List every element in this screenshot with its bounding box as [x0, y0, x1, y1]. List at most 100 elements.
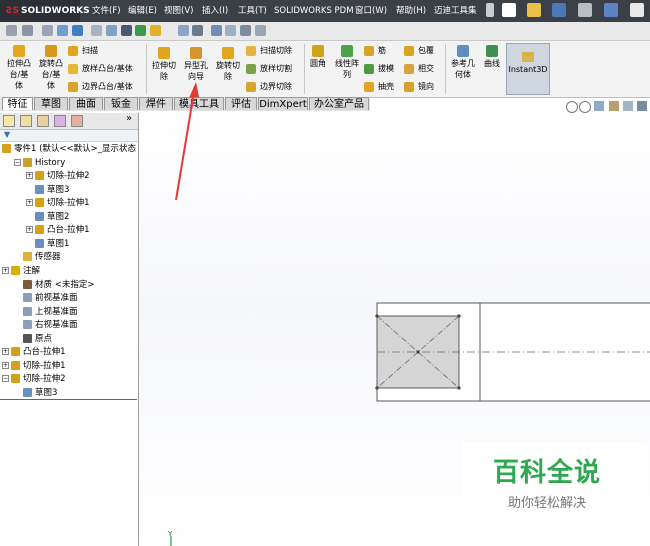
hole-wizard-button[interactable]: 异型孔 向导	[181, 47, 211, 82]
menu-tools[interactable]: 工具(T)	[238, 0, 267, 22]
zoom-to-area-icon[interactable]	[579, 101, 591, 113]
tree-expander-icon[interactable]: +	[2, 348, 9, 355]
feature-manager-icon[interactable]	[3, 115, 15, 127]
arc-icon[interactable]	[91, 25, 102, 36]
save-icon[interactable]	[552, 3, 566, 17]
tree-node[interactable]: + 注解	[2, 265, 40, 278]
tab-office-products[interactable]: 办公室产品	[309, 97, 369, 110]
menu-help[interactable]: 帮助(H)	[396, 0, 426, 22]
lofted-boss-button[interactable]: 放样凸台/基体	[68, 63, 133, 75]
previous-view-icon[interactable]	[594, 101, 604, 111]
section-view-icon[interactable]	[609, 101, 619, 111]
lofted-cut-button[interactable]: 放样切割	[246, 63, 292, 75]
tree-node[interactable]: 上视基准面	[14, 306, 78, 319]
swept-cut-button[interactable]: 扫描切除	[246, 45, 292, 57]
revolved-cut-button[interactable]: 旋转切除	[214, 47, 242, 82]
display-style-icon[interactable]	[637, 101, 647, 111]
rectangle-icon[interactable]	[57, 25, 68, 36]
intersect-button[interactable]: 相交	[404, 63, 434, 75]
tree-node[interactable]: + 切除-拉伸1	[2, 360, 65, 373]
property-manager-icon[interactable]	[20, 115, 32, 127]
tree-node[interactable]: + 凸台-拉伸1	[26, 224, 89, 237]
circle-icon[interactable]	[72, 25, 83, 36]
menu-window[interactable]: 窗口(W)	[355, 0, 387, 22]
select-pointer-icon[interactable]	[630, 3, 644, 17]
tree-node[interactable]: 草图3	[26, 184, 69, 197]
zoom-to-fit-icon[interactable]	[566, 101, 578, 113]
tab-sheet-metal[interactable]: 钣金	[104, 97, 138, 110]
tab-weldments[interactable]: 焊件	[139, 97, 173, 110]
trim-icon[interactable]	[121, 25, 132, 36]
tree-expander-icon[interactable]: +	[26, 226, 33, 233]
tree-expander-icon[interactable]: +	[2, 267, 9, 274]
line-icon[interactable]	[42, 25, 53, 36]
tree-node[interactable]: 草图2	[26, 211, 69, 224]
new-file-icon[interactable]	[502, 3, 516, 17]
quick-snaps-icon[interactable]	[255, 25, 266, 36]
move-entities-icon[interactable]	[211, 25, 222, 36]
configuration-manager-icon[interactable]	[37, 115, 49, 127]
shell-button[interactable]: 抽壳	[364, 81, 394, 93]
print-icon[interactable]	[578, 3, 592, 17]
fillet-button[interactable]: 圆角	[306, 45, 330, 69]
open-folder-icon[interactable]	[527, 3, 541, 17]
tree-node[interactable]: 草图1	[26, 238, 69, 251]
tree-node[interactable]: + 切除-拉伸2	[26, 170, 89, 183]
menu-insert[interactable]: 插入(I)	[202, 0, 228, 22]
pin-icon[interactable]	[486, 3, 494, 17]
tab-dimxpert[interactable]: DimXpert	[258, 97, 308, 110]
tree-expander-icon[interactable]: +	[26, 199, 33, 206]
linear-pattern-sketch-icon[interactable]	[192, 25, 203, 36]
boundary-cut-button[interactable]: 边界切除	[246, 81, 292, 93]
repair-sketch-icon[interactable]	[240, 25, 251, 36]
undo-icon[interactable]	[604, 3, 618, 17]
tree-expander-icon[interactable]: +	[26, 172, 33, 179]
menu-edit[interactable]: 编辑(E)	[128, 0, 157, 22]
rib-button[interactable]: 筋	[364, 45, 386, 57]
tree-node[interactable]: 原点	[14, 333, 52, 346]
tree-expander-icon[interactable]: −	[2, 375, 9, 382]
smart-dimension-icon[interactable]	[22, 25, 33, 36]
sketch-tool-icon[interactable]	[6, 25, 17, 36]
extruded-cut-button[interactable]: 拉伸切除	[150, 47, 178, 82]
swept-boss-button[interactable]: 扫描	[68, 45, 98, 57]
tree-node[interactable]: 右视基准面	[14, 319, 78, 332]
menu-file[interactable]: 文件(F)	[92, 0, 121, 22]
boundary-boss-button[interactable]: 边界凸台/基体	[68, 81, 133, 93]
tab-surfaces[interactable]: 曲面	[69, 97, 103, 110]
display-manager-icon[interactable]	[71, 115, 83, 127]
tree-node[interactable]: − History	[14, 157, 65, 170]
menu-view[interactable]: 视图(V)	[164, 0, 193, 22]
draft-button[interactable]: 拔模	[364, 63, 394, 75]
tree-root-part[interactable]: 零件1 (默认<<默认>_显示状态	[2, 143, 136, 156]
mirror-button[interactable]: 镜向	[404, 81, 434, 93]
curves-button[interactable]: 曲线	[480, 45, 504, 69]
tab-mold-tools[interactable]: 模具工具	[174, 97, 224, 110]
tree-expander-icon[interactable]: +	[2, 362, 9, 369]
tree-node[interactable]: + 凸台-拉伸1	[2, 346, 65, 359]
tree-node[interactable]: 前视基准面	[14, 292, 78, 305]
dimxpert-manager-icon[interactable]	[54, 115, 66, 127]
view-orientation-icon[interactable]	[623, 101, 633, 111]
relations-icon[interactable]	[225, 25, 236, 36]
linear-pattern-button[interactable]: 线性阵列	[332, 45, 362, 80]
revolved-boss-button[interactable]: 旋转凸 台/基 体	[36, 45, 66, 91]
expand-panel-icon[interactable]: »	[126, 113, 132, 124]
wrap-button[interactable]: 包覆	[404, 45, 434, 57]
menu-pdm[interactable]: SOLIDWORKS PDM	[274, 0, 354, 22]
tree-node[interactable]: 草图3	[14, 387, 57, 400]
tab-features[interactable]: 特征	[2, 97, 33, 110]
spline-icon[interactable]	[106, 25, 117, 36]
tree-expander-icon[interactable]: −	[14, 159, 21, 166]
reference-geometry-button[interactable]: 参考几 何体	[448, 45, 478, 80]
mirror-entities-icon[interactable]	[178, 25, 189, 36]
offset-icon[interactable]	[150, 25, 161, 36]
extruded-boss-button[interactable]: 拉伸凸 台/基 体	[4, 45, 34, 91]
convert-entities-icon[interactable]	[135, 25, 146, 36]
tree-node[interactable]: + 切除-拉伸1	[26, 197, 89, 210]
tree-node[interactable]: 传感器	[14, 251, 61, 264]
tree-node[interactable]: 材质 <未指定>	[14, 279, 94, 292]
menu-maidi[interactable]: 迈迪工具集	[434, 0, 477, 22]
tab-evaluate[interactable]: 评估	[225, 97, 257, 110]
tree-node[interactable]: − 切除-拉伸2	[2, 373, 65, 386]
